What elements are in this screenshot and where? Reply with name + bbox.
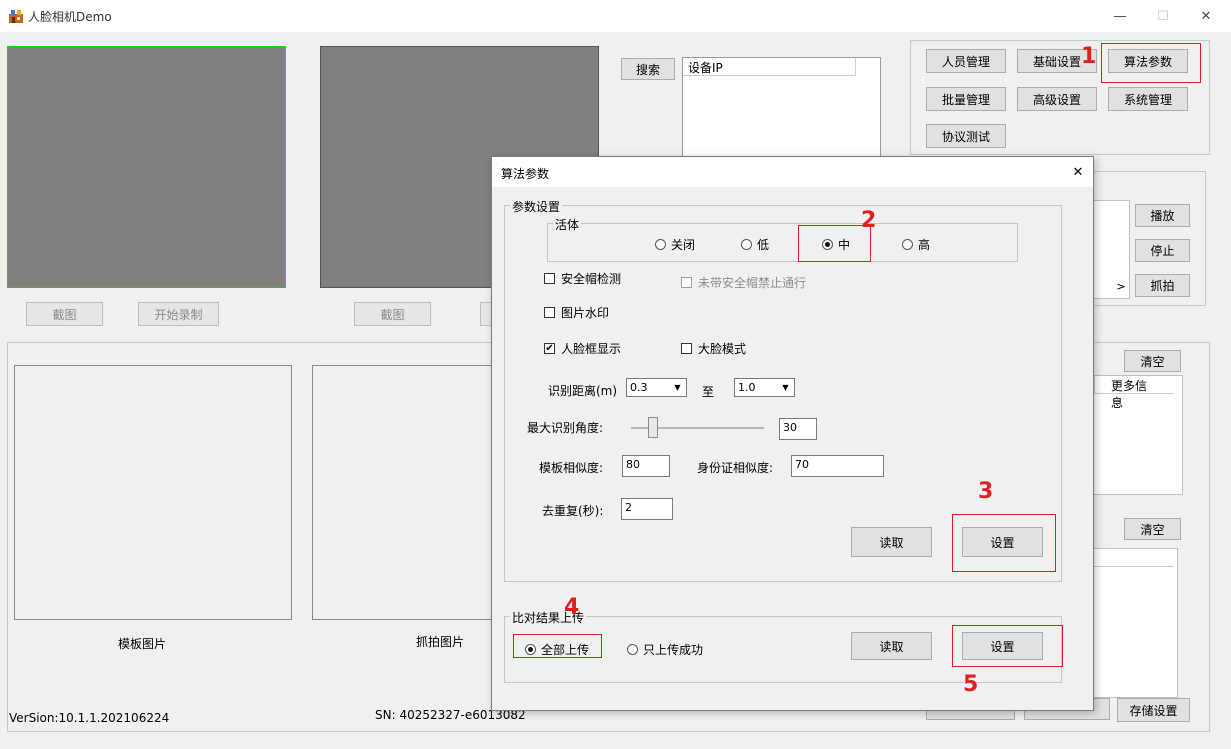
radio-dot [741, 239, 752, 250]
more-info-column-header[interactable]: 更多信息 [1094, 376, 1174, 410]
template-image-box [14, 365, 292, 620]
records-list-2[interactable] [1093, 548, 1178, 698]
radio-dot [902, 239, 913, 250]
big-face-mode-checkbox[interactable]: 大脸模式 [681, 340, 746, 357]
id-similarity-input[interactable]: 70 [791, 455, 884, 477]
person-management-button[interactable]: 人员管理 [926, 49, 1006, 73]
distance-label: 识别距离(m) [548, 384, 618, 398]
maximize-button[interactable]: ☐ [1140, 4, 1186, 28]
liveness-high-radio[interactable]: 高 [902, 236, 930, 253]
annotation-box-3 [952, 514, 1056, 572]
protocol-test-button[interactable]: 协议测试 [926, 124, 1006, 148]
no-helmet-block-checkbox[interactable]: 未带安全帽禁止通行 [681, 274, 806, 291]
save-settings-button[interactable]: 存储设置 [1117, 698, 1190, 722]
window-title: 人脸相机Demo [28, 10, 112, 24]
radio-dot [627, 644, 638, 655]
annotation-number-4: 4 [564, 595, 580, 620]
liveness-groupbox [547, 223, 1018, 262]
capture-button-1[interactable]: 截图 [26, 302, 103, 326]
advanced-settings-button[interactable]: 高级设置 [1017, 87, 1097, 111]
chevron-down-icon: ▼ [674, 382, 681, 392]
stop-button[interactable]: 停止 [1135, 239, 1190, 262]
batch-management-button[interactable]: 批量管理 [926, 87, 1006, 111]
liveness-off-radio[interactable]: 关闭 [655, 236, 695, 253]
read-upload-button[interactable]: 读取 [851, 632, 932, 660]
device-list-header[interactable]: 设备IP [683, 58, 856, 76]
clear-button-2[interactable]: 清空 [1124, 518, 1181, 540]
records-list-2-header-line [1094, 566, 1174, 567]
max-angle-slider-thumb[interactable] [648, 417, 659, 438]
capture-button-2[interactable]: 截图 [354, 302, 431, 326]
snap-button[interactable]: 抓拍 [1135, 274, 1190, 297]
checkbox-box [544, 273, 555, 284]
template-image-label: 模板图片 [118, 637, 167, 651]
video-preview-1[interactable] [7, 46, 286, 288]
dialog-title: 算法参数 [501, 167, 550, 181]
distance-from-combo[interactable]: 0.3 ▼ [626, 378, 687, 397]
upload-success-only-radio[interactable]: 只上传成功 [627, 641, 703, 658]
annotation-box-1 [1101, 43, 1201, 83]
distance-to-combo[interactable]: 1.0 ▼ [734, 378, 795, 397]
app-icon [8, 8, 24, 24]
template-similarity-label: 模板相似度: [539, 461, 604, 475]
liveness-low-radio[interactable]: 低 [741, 236, 769, 253]
dialog-close-icon[interactable]: ✕ [1068, 163, 1088, 181]
max-angle-label: 最大识别角度: [527, 421, 604, 435]
helmet-detect-checkbox[interactable]: 安全帽检测 [544, 270, 621, 287]
annotation-box-4 [513, 634, 602, 658]
dedup-input[interactable]: 2 [621, 498, 673, 520]
max-angle-input[interactable]: 30 [779, 418, 817, 440]
annotation-box-5 [952, 625, 1063, 667]
version-label: VerSion:10.1.1.202106224 [9, 711, 170, 725]
minimize-button[interactable]: — [1097, 4, 1143, 28]
dedup-label: 去重复(秒): [542, 504, 604, 518]
dialog-title-bar [492, 157, 1093, 187]
system-management-button[interactable]: 系统管理 [1108, 87, 1188, 111]
algorithm-params-dialog: 算法参数 ✕ 参数设置 活体 关闭 低 中 高 2 安全帽检测 未带安全帽禁止通… [491, 156, 1094, 711]
distance-to-label: 至 [702, 385, 715, 399]
play-button[interactable]: 播放 [1135, 204, 1190, 227]
params-group-legend: 参数设置 [510, 198, 563, 215]
watermark-checkbox[interactable]: 图片水印 [544, 304, 609, 321]
inner-group-edge [504, 371, 505, 421]
title-bar [0, 0, 1231, 32]
checkbox-box [681, 343, 692, 354]
id-similarity-label: 身份证相似度: [697, 461, 774, 475]
chevron-down-icon: ▼ [782, 382, 789, 392]
annotation-number-3: 3 [978, 479, 994, 504]
annotation-number-5: 5 [963, 672, 979, 697]
snapshot-image-box [312, 365, 497, 620]
liveness-group-legend: 活体 [553, 216, 582, 233]
template-similarity-input[interactable]: 80 [622, 455, 670, 477]
close-button[interactable]: ✕ [1183, 4, 1229, 28]
checkbox-box [544, 307, 555, 318]
snapshot-image-label: 抓拍图片 [416, 635, 465, 649]
face-box-display-checkbox[interactable]: ✔ 人脸框显示 [544, 340, 621, 357]
scroll-right-icon[interactable]: > [1112, 278, 1130, 295]
annotation-number-2: 2 [861, 208, 877, 233]
read-params-button[interactable]: 读取 [851, 527, 932, 557]
checkbox-box [681, 277, 692, 288]
clear-button-1[interactable]: 清空 [1124, 350, 1181, 372]
search-button[interactable]: 搜索 [621, 58, 675, 80]
radio-dot [655, 239, 666, 250]
record-button[interactable]: 开始录制 [138, 302, 219, 326]
annotation-number-1: 1 [1081, 44, 1097, 69]
checkmark-icon: ✔ [544, 343, 555, 354]
